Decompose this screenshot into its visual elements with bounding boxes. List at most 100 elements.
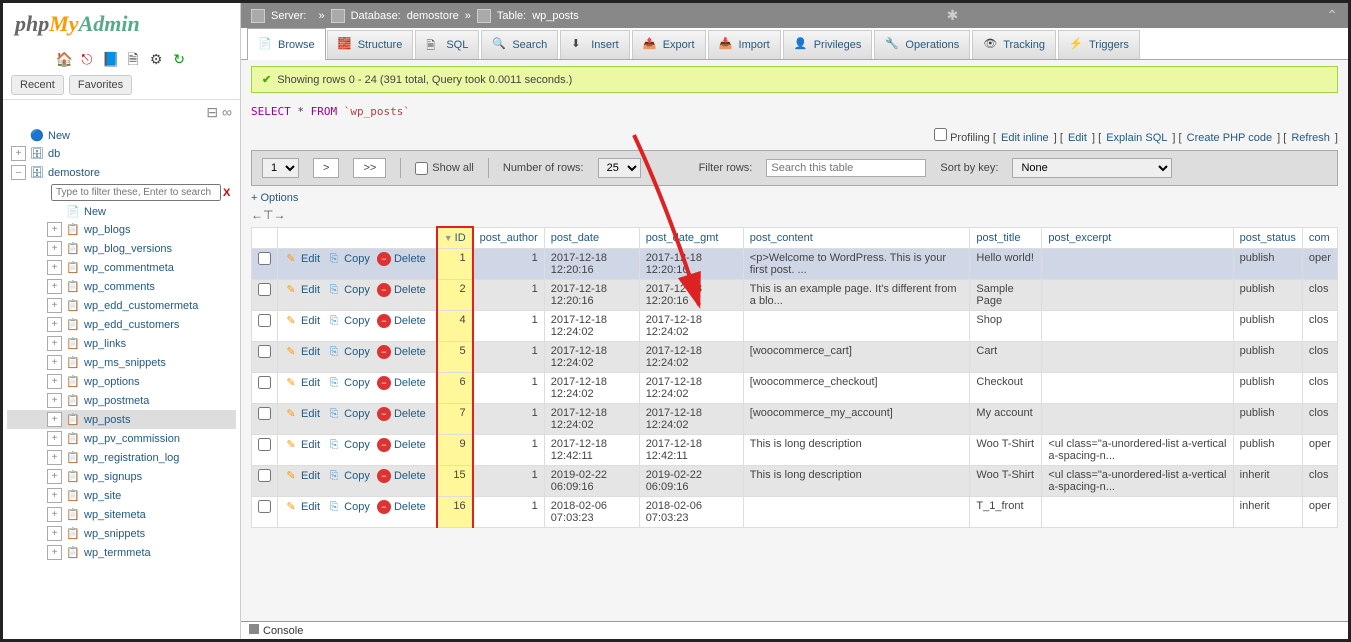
row-checkbox[interactable] [258, 345, 271, 358]
copy-row-link[interactable]: ⎘ Copy [327, 346, 370, 358]
tree-filter-input[interactable] [51, 184, 221, 201]
tree-node-wp-edd-customermeta[interactable]: +📋wp_edd_customermeta [7, 296, 236, 315]
edit-row-link[interactable]: ✎ Edit [284, 470, 320, 482]
tree-node-new[interactable]: 📄New [7, 203, 236, 220]
copy-row-link[interactable]: ⎘ Copy [327, 253, 370, 265]
expand-icon[interactable]: + [47, 412, 62, 427]
docs-icon[interactable]: 📘 [102, 51, 118, 67]
tree-node-wp-sitemeta[interactable]: +📋wp_sitemeta [7, 505, 236, 524]
col-post_content[interactable]: post_content [750, 232, 813, 244]
edit-inline-link[interactable]: Edit inline [1001, 132, 1049, 144]
col-post_date_gmt[interactable]: post_date_gmt [646, 232, 719, 244]
edit-row-link[interactable]: ✎ Edit [284, 439, 320, 451]
row-checkbox[interactable] [258, 500, 271, 513]
home-icon[interactable]: 🏠 [56, 51, 72, 67]
tab-sql[interactable]: 🗎SQL [415, 30, 479, 59]
expand-icon[interactable]: + [47, 488, 62, 503]
tab-tracking[interactable]: 👁Tracking [972, 30, 1056, 59]
copy-row-link[interactable]: ⎘ Copy [327, 439, 370, 451]
last-page-button[interactable]: >> [353, 158, 386, 178]
expand-icon[interactable]: + [47, 450, 62, 465]
row-checkbox[interactable] [258, 438, 271, 451]
delete-row-link[interactable]: − Delete [377, 439, 426, 451]
tab-operations[interactable]: 🔧Operations [874, 30, 970, 59]
copy-row-link[interactable]: ⎘ Copy [327, 501, 370, 513]
next-page-button[interactable]: > [313, 158, 339, 178]
tree-node-db[interactable]: +🗄db [7, 144, 236, 163]
edit-row-link[interactable]: ✎ Edit [284, 253, 320, 265]
tree-node-demostore[interactable]: –🗄demostore [7, 163, 236, 182]
delete-row-link[interactable]: − Delete [377, 377, 426, 389]
tree-node-wp-postmeta[interactable]: +📋wp_postmeta [7, 391, 236, 410]
edit-row-link[interactable]: ✎ Edit [284, 377, 320, 389]
tree-node-wp-edd-customers[interactable]: +📋wp_edd_customers [7, 315, 236, 334]
num-rows-select[interactable]: 25 [598, 158, 641, 178]
tree-node-wp-pv-commission[interactable]: +📋wp_pv_commission [7, 429, 236, 448]
show-all-checkbox[interactable] [415, 162, 428, 175]
tab-structure[interactable]: 🧱Structure [327, 30, 414, 59]
tree-node-wp-options[interactable]: +📋wp_options [7, 372, 236, 391]
tree-node-wp-ms-snippets[interactable]: +📋wp_ms_snippets [7, 353, 236, 372]
expand-icon[interactable]: + [47, 374, 62, 389]
tab-triggers[interactable]: ⚡Triggers [1058, 30, 1140, 59]
row-checkbox[interactable] [258, 252, 271, 265]
collapse-all-icon[interactable]: ⊟ [206, 104, 218, 120]
create-php-link[interactable]: Create PHP code [1187, 132, 1272, 144]
options-toggle[interactable]: + Options [251, 186, 1338, 206]
expand-icon[interactable]: + [47, 241, 62, 256]
edit-row-link[interactable]: ✎ Edit [284, 315, 320, 327]
delete-row-link[interactable]: − Delete [377, 284, 426, 296]
row-checkbox[interactable] [258, 376, 271, 389]
expand-icon[interactable]: + [47, 355, 62, 370]
clear-filter-icon[interactable]: X [223, 187, 230, 199]
collapse-panel-icon[interactable]: ⌃ [1326, 7, 1338, 24]
link-icon[interactable]: ∞ [222, 104, 232, 120]
row-checkbox[interactable] [258, 314, 271, 327]
logout-icon[interactable]: ⎋ [79, 51, 95, 67]
tab-browse[interactable]: 📄Browse [247, 28, 326, 60]
row-checkbox[interactable] [258, 407, 271, 420]
copy-row-link[interactable]: ⎘ Copy [327, 284, 370, 296]
delete-row-link[interactable]: − Delete [377, 346, 426, 358]
expand-icon[interactable]: + [47, 545, 62, 560]
tab-import[interactable]: 📥Import [708, 30, 781, 59]
breadcrumb-table-link[interactable]: wp_posts [532, 10, 578, 22]
row-checkbox[interactable] [258, 283, 271, 296]
tree-node-wp-blogs[interactable]: +📋wp_blogs [7, 220, 236, 239]
tree-node-wp-termmeta[interactable]: +📋wp_termmeta [7, 543, 236, 562]
tree-node-wp-site[interactable]: +📋wp_site [7, 486, 236, 505]
edit-link[interactable]: Edit [1068, 132, 1087, 144]
expand-icon[interactable]: – [11, 165, 26, 180]
edit-row-link[interactable]: ✎ Edit [284, 346, 320, 358]
delete-row-link[interactable]: − Delete [377, 408, 426, 420]
profiling-checkbox[interactable] [934, 128, 947, 141]
expand-icon[interactable]: + [47, 469, 62, 484]
col-post_status[interactable]: post_status [1240, 232, 1296, 244]
tree-node-wp-posts[interactable]: +📋wp_posts [7, 410, 236, 429]
edit-row-link[interactable]: ✎ Edit [284, 501, 320, 513]
refresh-link[interactable]: Refresh [1291, 132, 1330, 144]
favorites-tab[interactable]: Favorites [69, 75, 132, 95]
delete-row-link[interactable]: − Delete [377, 315, 426, 327]
breadcrumb-db-link[interactable]: demostore [407, 10, 459, 22]
tree-node-wp-registration-log[interactable]: +📋wp_registration_log [7, 448, 236, 467]
table-reorder-tools[interactable]: ←⊤→ [251, 206, 1338, 224]
expand-icon[interactable]: + [47, 222, 62, 237]
copy-row-link[interactable]: ⎘ Copy [327, 315, 370, 327]
tree-node-wp-links[interactable]: +📋wp_links [7, 334, 236, 353]
expand-icon[interactable]: + [47, 279, 62, 294]
tree-node-wp-blog-versions[interactable]: +📋wp_blog_versions [7, 239, 236, 258]
col-post_excerpt[interactable]: post_excerpt [1048, 232, 1111, 244]
logo[interactable]: phpMyAdmin [3, 3, 240, 45]
tree-node-wp-signups[interactable]: +📋wp_signups [7, 467, 236, 486]
tab-insert[interactable]: ⬇Insert [560, 30, 630, 59]
expand-icon[interactable]: + [47, 507, 62, 522]
tab-search[interactable]: 🔍Search [481, 30, 558, 59]
tab-privileges[interactable]: 👤Privileges [783, 30, 873, 59]
copy-row-link[interactable]: ⎘ Copy [327, 408, 370, 420]
tree-node-wp-commentmeta[interactable]: +📋wp_commentmeta [7, 258, 236, 277]
edit-row-link[interactable]: ✎ Edit [284, 284, 320, 296]
edit-row-link[interactable]: ✎ Edit [284, 408, 320, 420]
expand-icon[interactable]: + [11, 146, 26, 161]
delete-row-link[interactable]: − Delete [377, 470, 426, 482]
